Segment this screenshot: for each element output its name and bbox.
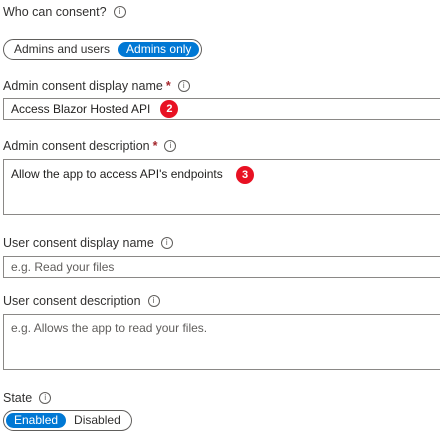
info-icon[interactable]: i bbox=[177, 80, 190, 92]
user-display-name-label: User consent display name i bbox=[3, 236, 173, 250]
admin-description-text: Admin consent description bbox=[3, 139, 150, 153]
user-description-text: User consent description bbox=[3, 294, 141, 308]
admin-display-name-label: Admin consent display name * i bbox=[3, 79, 190, 93]
info-icon[interactable]: i bbox=[147, 295, 160, 307]
info-icon[interactable]: i bbox=[113, 6, 126, 18]
admin-display-name-value: Access Blazor Hosted API bbox=[11, 102, 151, 116]
admin-description-textarea[interactable]: Allow the app to access API's endpoints … bbox=[3, 159, 440, 215]
required-marker: * bbox=[152, 139, 158, 153]
info-icon[interactable]: i bbox=[164, 140, 177, 152]
required-marker: * bbox=[165, 79, 171, 93]
user-display-name-text: User consent display name bbox=[3, 236, 154, 250]
admin-display-name-input[interactable]: Access Blazor Hosted API 2 bbox=[3, 98, 440, 120]
admin-description-label: Admin consent description * i bbox=[3, 139, 177, 153]
option-disabled[interactable]: Disabled bbox=[66, 413, 129, 428]
option-admins-only[interactable]: Admins only bbox=[118, 42, 200, 57]
option-enabled[interactable]: Enabled bbox=[6, 413, 67, 428]
user-description-placeholder: e.g. Allows the app to read your files. bbox=[11, 321, 208, 335]
state-text: State bbox=[3, 391, 33, 405]
callout-badge-2: 2 bbox=[160, 100, 179, 118]
admin-display-name-text: Admin consent display name bbox=[3, 79, 163, 93]
user-description-textarea[interactable]: e.g. Allows the app to read your files. bbox=[3, 314, 440, 370]
info-icon[interactable]: i bbox=[39, 392, 52, 404]
who-can-consent-label: Who can consent? i bbox=[3, 5, 126, 19]
callout-badge-3: 3 bbox=[236, 166, 255, 184]
user-display-name-placeholder: e.g. Read your files bbox=[11, 260, 115, 274]
user-description-label: User consent description i bbox=[3, 294, 160, 308]
state-toggle[interactable]: Enabled Disabled bbox=[3, 410, 132, 431]
info-icon[interactable]: i bbox=[160, 237, 173, 249]
admin-description-value: Allow the app to access API's endpoints bbox=[11, 167, 223, 182]
who-can-consent-text: Who can consent? bbox=[3, 5, 107, 19]
state-label: State i bbox=[3, 391, 52, 405]
option-admins-and-users[interactable]: Admins and users bbox=[6, 42, 118, 57]
user-display-name-input[interactable]: e.g. Read your files bbox=[3, 256, 440, 278]
who-can-consent-toggle[interactable]: Admins and users Admins only bbox=[3, 39, 203, 60]
